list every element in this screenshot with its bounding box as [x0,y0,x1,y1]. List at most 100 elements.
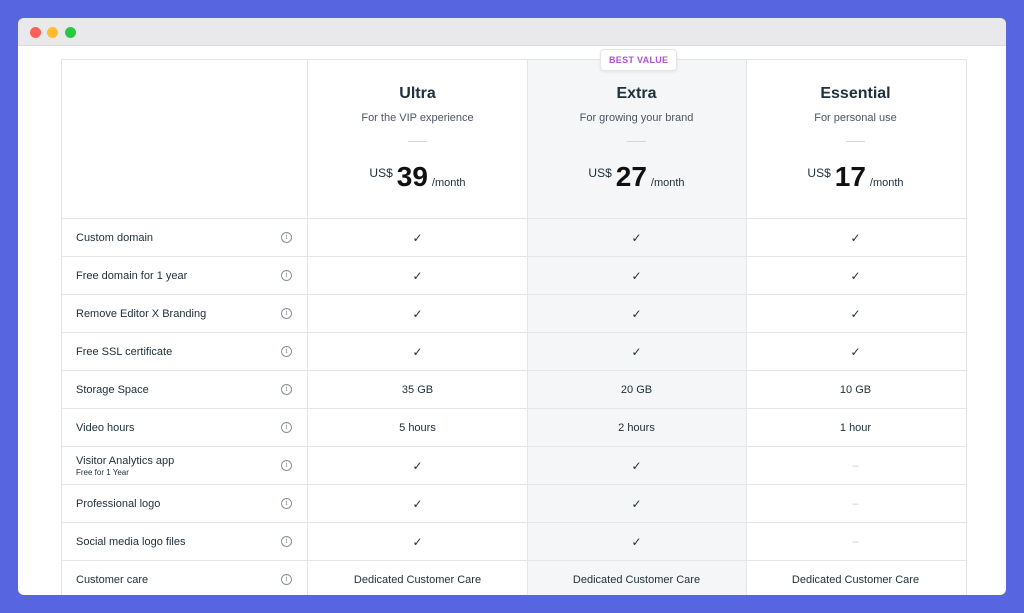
checkmark-icon: ✓ [412,230,423,245]
plan-header-row: Ultra For the VIP experience US$ 39 /mon… [61,59,967,219]
checkmark-icon: ✓ [631,344,642,359]
price-amount: 27 [615,161,647,192]
plan-extra: Extra For growing your brand US$ 27 /mon… [527,60,746,218]
plan-description: For growing your brand [579,112,694,124]
feature-subtext: Free for 1 Year [76,467,129,477]
price-period: /month [650,177,685,189]
maximize-window-icon[interactable] [65,27,76,38]
feature-label: Social media logo files [76,523,185,560]
info-icon[interactable]: i [281,384,292,395]
pricing-comparison-table: Ultra For the VIP experience US$ 39 /mon… [61,49,967,595]
feature-value: Dedicated Customer Care [353,573,482,586]
checkmark-icon: ✓ [850,344,861,359]
checkmark-icon: ✓ [631,230,642,245]
feature-value: 10 GB [839,383,872,396]
feature-name: Customer care [76,573,149,586]
dash-icon: – [852,459,859,472]
plan-price: US$ 27 /month [527,160,746,194]
title-bar [18,18,1006,46]
plan-name: Extra [616,85,657,102]
plan-price: US$ 39 /month [308,160,527,194]
feature-label: Professional logo [76,485,160,522]
info-icon[interactable]: i [281,536,292,547]
price-amount: 39 [396,161,428,192]
feature-row: Visitor Analytics app Free for 1 Year i ✓ ✓ – [61,447,967,485]
feature-value: 1 hour [839,421,872,434]
browser-window: Ultra For the VIP experience US$ 39 /mon… [18,18,1006,595]
price-currency: US$ [588,166,612,180]
feature-label: Custom domain [76,219,153,256]
checkmark-icon: ✓ [631,458,642,473]
feature-label: Remove Editor X Branding [76,295,206,332]
price-period: /month [869,177,904,189]
feature-row: Free SSL certificate i ✓ ✓ ✓ [61,333,967,371]
minimize-window-icon[interactable] [47,27,58,38]
checkmark-icon: ✓ [412,496,423,511]
feature-row: Free domain for 1 year i ✓ ✓ ✓ [61,257,967,295]
feature-row: Custom domain i ✓ ✓ ✓ [61,219,967,257]
divider [846,141,865,142]
plan-name: Ultra [399,85,436,102]
feature-row: Customer care i Dedicated Customer Care Ded… [61,561,967,595]
price-currency: US$ [807,166,831,180]
feature-label: Free SSL certificate [76,333,172,370]
info-icon[interactable]: i [281,346,292,357]
feature-value: Dedicated Customer Care [572,573,701,586]
checkmark-icon: ✓ [412,534,423,549]
info-icon[interactable]: i [281,498,292,509]
checkmark-icon: ✓ [850,306,861,321]
checkmark-icon: ✓ [850,230,861,245]
dash-icon: – [852,497,859,510]
info-icon[interactable]: i [281,460,292,471]
info-icon[interactable]: i [281,308,292,319]
feature-row: Remove Editor X Branding i ✓ ✓ ✓ [61,295,967,333]
info-icon[interactable]: i [281,232,292,243]
plan-description: For the VIP experience [361,112,474,124]
close-window-icon[interactable] [30,27,41,38]
feature-label: Storage Space [76,371,149,408]
dash-icon: – [852,535,859,548]
price-period: /month [431,177,466,189]
checkmark-icon: ✓ [850,268,861,283]
checkmark-icon: ✓ [412,458,423,473]
plan-description: For personal use [814,112,897,124]
divider [627,141,646,142]
checkmark-icon: ✓ [412,268,423,283]
feature-name: Free SSL certificate [76,345,173,358]
feature-value: Dedicated Customer Care [791,573,920,586]
feature-name: Free domain for 1 year [76,269,188,282]
checkmark-icon: ✓ [631,268,642,283]
feature-value: 35 GB [401,383,434,396]
plan-price: US$ 17 /month [746,160,965,194]
feature-name: Visitor Analytics app [76,454,175,467]
feature-name: Remove Editor X Branding [76,307,207,320]
price-amount: 17 [834,161,866,192]
best-value-badge: BEST VALUE [600,49,678,71]
feature-value: 2 hours [618,421,655,434]
feature-row: Storage Space i 35 GB 20 GB 10 GB [61,371,967,409]
checkmark-icon: ✓ [631,534,642,549]
feature-name: Video hours [76,421,135,434]
feature-label: Customer care [76,561,148,595]
feature-value: 5 hours [399,421,436,434]
info-icon[interactable]: i [281,422,292,433]
feature-rows: Custom domain i ✓ ✓ ✓ Free domain for 1 year i… [61,219,967,595]
feature-label: Free domain for 1 year [76,257,187,294]
checkmark-icon: ✓ [412,306,423,321]
feature-name: Custom domain [76,231,154,244]
price-currency: US$ [369,166,393,180]
checkmark-icon: ✓ [412,344,423,359]
feature-row: Video hours i 5 hours 2 hours 1 hour [61,409,967,447]
plan-name: Essential [820,85,891,102]
feature-value: 20 GB [620,383,653,396]
plan-ultra: Ultra For the VIP experience US$ 39 /mon… [308,60,527,218]
feature-label: Visitor Analytics app Free for 1 Year [76,447,174,484]
plan-essential: Essential For personal use US$ 17 /month [746,60,965,218]
feature-row: Professional logo i ✓ ✓ – [61,485,967,523]
info-icon[interactable]: i [281,270,292,281]
checkmark-icon: ✓ [631,496,642,511]
feature-label: Video hours [76,409,135,446]
info-icon[interactable]: i [281,574,292,585]
checkmark-icon: ✓ [631,306,642,321]
divider [408,141,427,142]
